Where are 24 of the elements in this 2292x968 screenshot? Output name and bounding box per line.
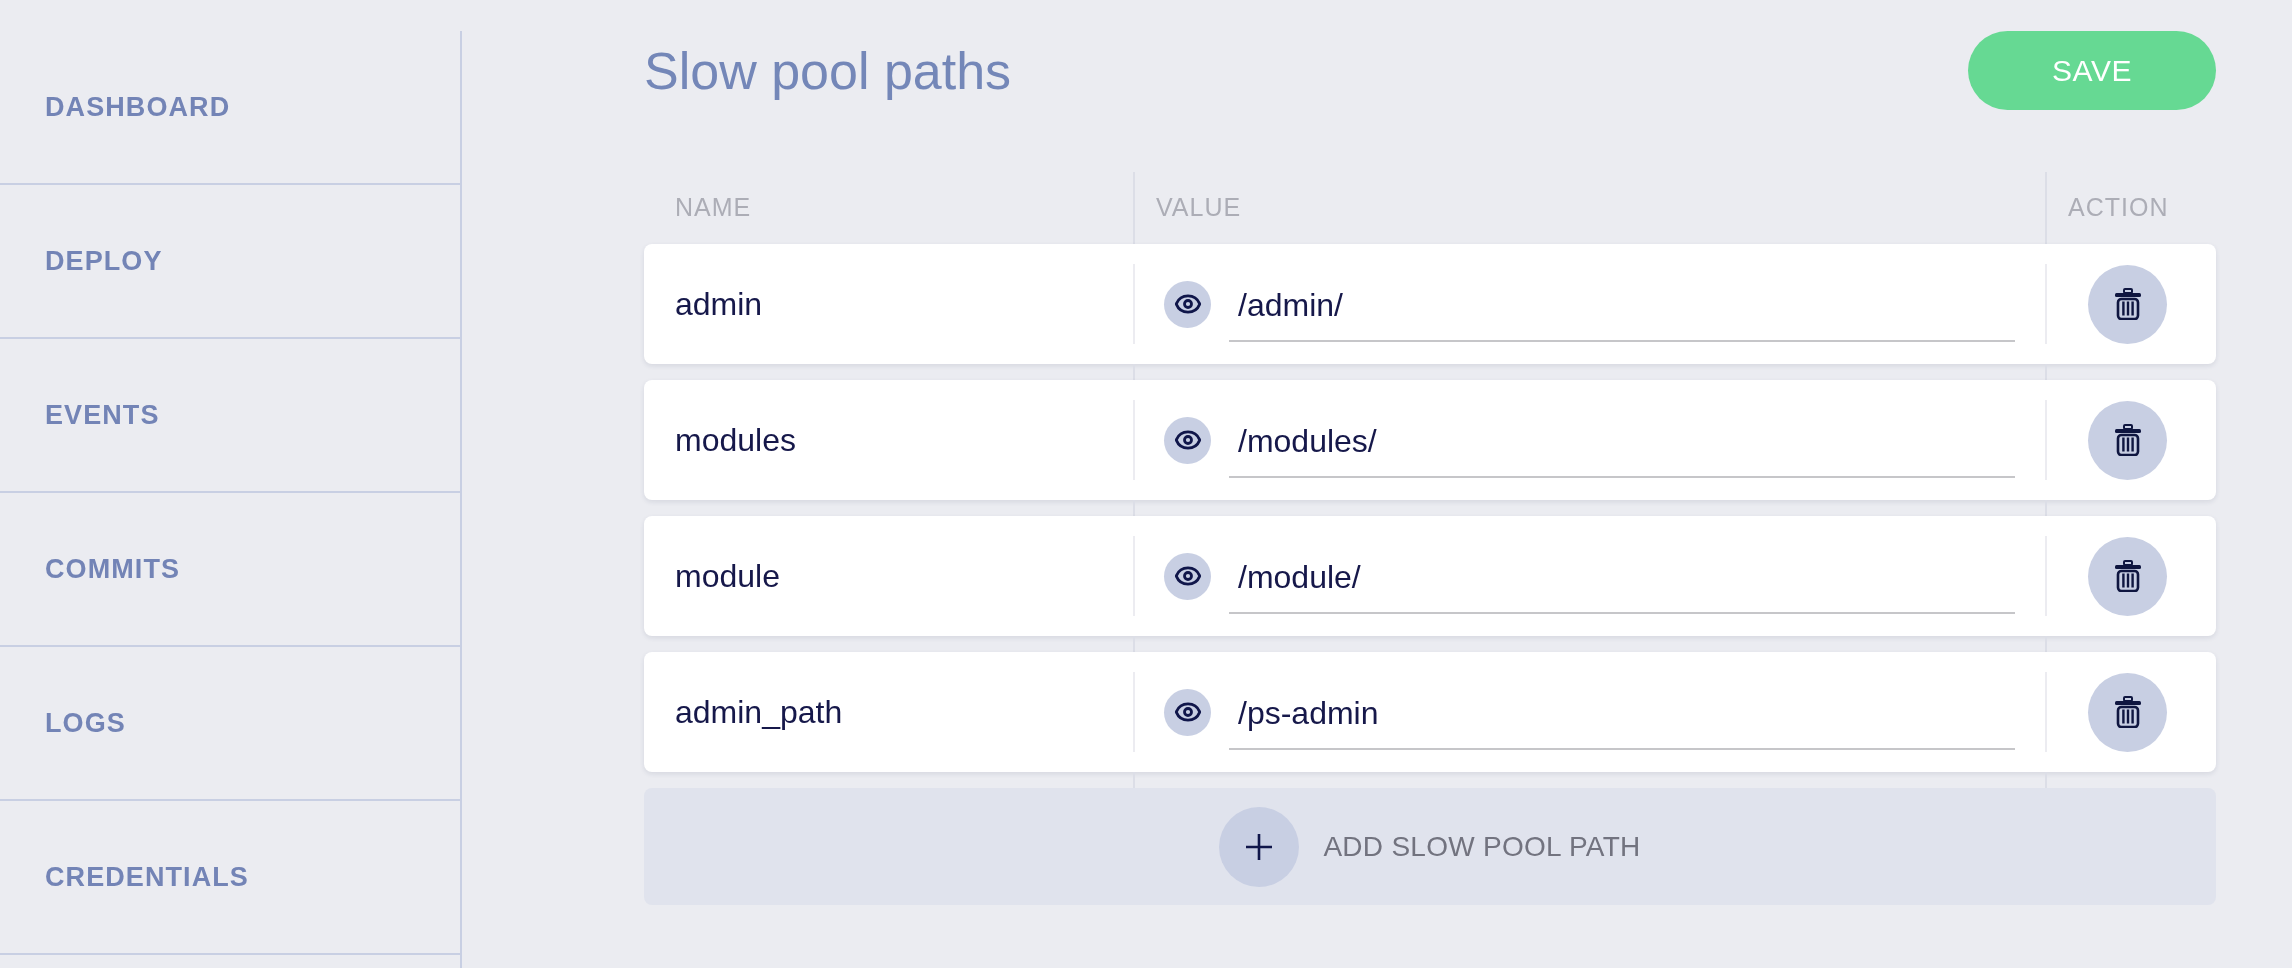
add-path-button[interactable]: ADD SLOW POOL PATH [644,788,2216,905]
save-button[interactable]: SAVE [1968,31,2216,110]
column-header: ACTION [2068,192,2169,224]
trash-icon [2113,560,2142,592]
show-value-button[interactable] [1164,280,1211,328]
show-value-button[interactable] [1164,552,1211,600]
column-header: VALUE [1156,192,1242,224]
name-text: module [675,557,780,596]
nav-item[interactable]: DEPLOY [0,185,460,339]
trash-icon [2113,696,2142,728]
trash-icon [2113,424,2142,456]
nav-item[interactable]: DASHBOARD [0,31,460,185]
nav-item[interactable]: CREDENTIALS [0,801,460,955]
page-title: Slow pool paths [644,40,1012,101]
nav-item[interactable]: COMMITS [0,493,460,647]
nav-item[interactable]: EVENTS [0,339,460,493]
name-text: admin_path [675,693,843,732]
show-value-button[interactable] [1164,688,1211,736]
show-value-button[interactable] [1164,416,1211,464]
nav-item[interactable]: LOGS [0,647,460,801]
name-text: admin [675,285,763,324]
column-header: NAME [675,192,752,224]
name-text: modules [675,421,796,460]
trash-icon [2113,288,2142,320]
